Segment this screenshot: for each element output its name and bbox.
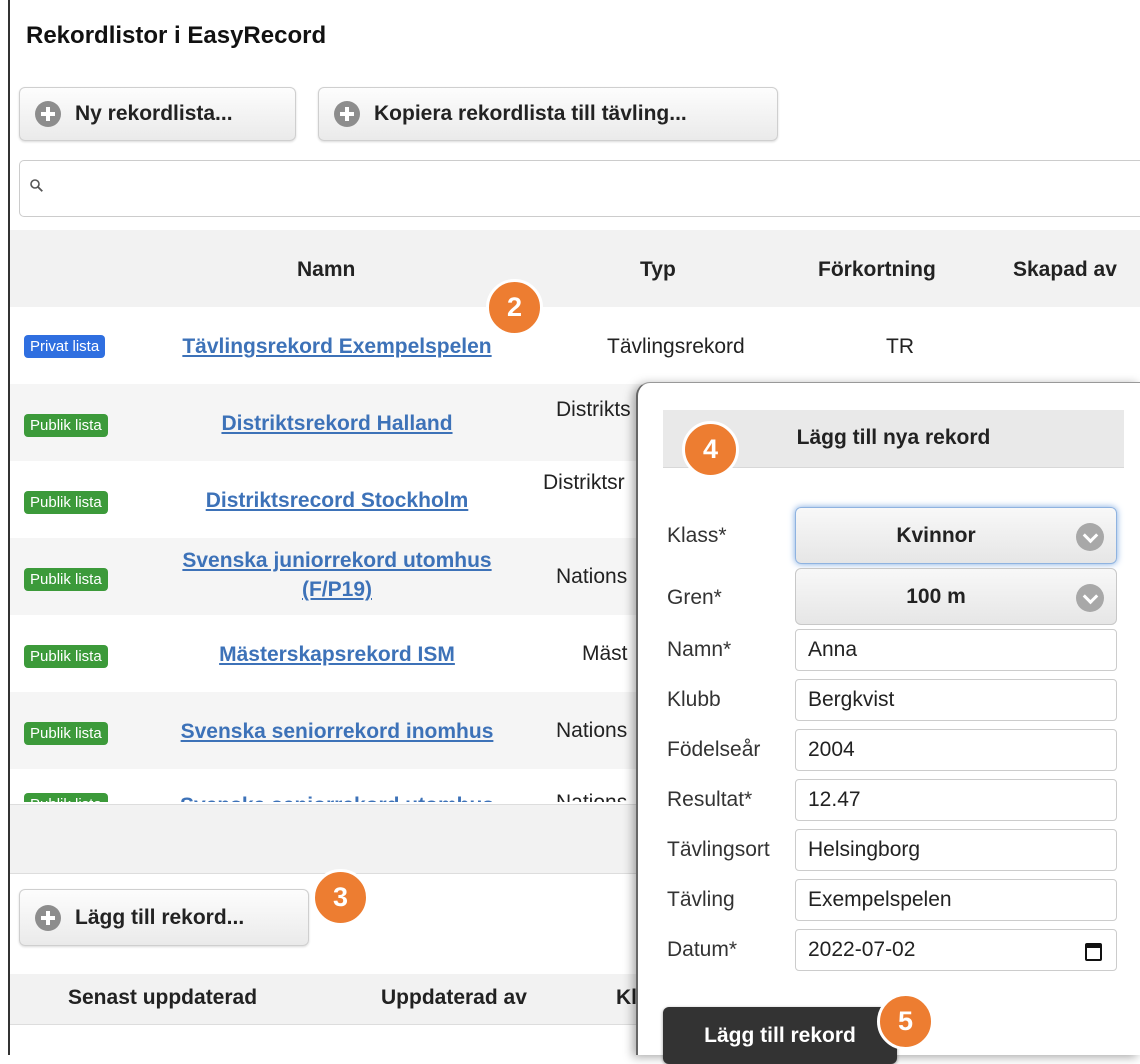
date-label: Datum* xyxy=(667,938,738,961)
new-record-list-label: Ny rekordlista... xyxy=(75,102,233,125)
column-header-abbreviation[interactable]: Förkortning xyxy=(818,258,936,282)
birth-year-input[interactable]: 2004 xyxy=(795,729,1117,771)
add-record-popup: Lägg till nya rekord Klass* Kvinnor Gren… xyxy=(636,382,1140,1064)
record-list-link-line1: Svenska juniorrekord utomhus xyxy=(182,549,492,572)
plus-circle-icon xyxy=(334,101,360,127)
class-select-value: Kvinnor xyxy=(896,524,976,547)
result-label: Resultat* xyxy=(667,788,753,811)
table-row: Privat lista Tävlingsrekord Exempelspele… xyxy=(10,307,1140,384)
add-record-button[interactable]: Lägg till rekord... xyxy=(19,889,309,946)
public-list-badge: Publik lista xyxy=(24,722,108,745)
class-label: Klass* xyxy=(667,524,727,547)
record-list-link-line2: (F/P19) xyxy=(301,578,372,601)
list-type: Nations xyxy=(556,791,627,802)
record-list-link[interactable]: Svenska seniorrekord inomhus xyxy=(140,717,534,746)
copy-record-list-button[interactable]: Kopiera rekordlista till tävling... xyxy=(318,87,778,141)
column-header-updated-by[interactable]: Uppdaterad av xyxy=(381,986,527,1010)
event-select[interactable]: 100 m xyxy=(795,568,1117,625)
column-header-name[interactable]: Namn xyxy=(297,258,355,282)
step-marker-2: 2 xyxy=(486,279,543,336)
record-list-link[interactable]: Svenska seniorrekord utomhus xyxy=(140,791,534,802)
club-input[interactable]: Bergkvist xyxy=(795,679,1117,721)
event-select-value: 100 m xyxy=(906,585,966,608)
event-label: Gren* xyxy=(667,586,722,609)
list-abbreviation: TR xyxy=(886,335,914,358)
public-list-badge: Publik lista xyxy=(24,491,108,514)
step-marker-4: 4 xyxy=(682,421,739,478)
search-icon xyxy=(30,179,43,192)
step-marker-3: 3 xyxy=(312,869,369,926)
column-header-type[interactable]: Typ xyxy=(640,258,676,282)
list-type: Tävlingsrekord xyxy=(607,335,745,358)
record-list-link[interactable]: Distriktsrecord Stockholm xyxy=(140,486,534,515)
table-header: Namn Typ Förkortning Skapad av xyxy=(10,230,1140,307)
plus-circle-icon xyxy=(35,101,61,127)
public-list-badge: Publik lista xyxy=(24,645,108,668)
page-title: Rekordlistor i EasyRecord xyxy=(26,22,327,49)
record-list-link[interactable]: Svenska juniorrekord utomhus (F/P19) xyxy=(140,546,534,604)
result-input[interactable]: 12.47 xyxy=(795,779,1117,821)
date-value: 2022-07-02 xyxy=(808,938,916,961)
public-list-badge: Publik lista xyxy=(24,414,108,437)
chevron-down-icon xyxy=(1076,523,1104,551)
athlete-name-label: Namn* xyxy=(667,638,732,661)
record-list-link[interactable]: Tävlingsrekord Exempelspelen xyxy=(140,332,534,361)
list-type: Distriktsr xyxy=(543,471,625,494)
private-list-badge: Privat lista xyxy=(24,335,106,358)
list-type: Nations xyxy=(556,565,628,588)
step-marker-5: 5 xyxy=(877,993,934,1050)
list-type: Mäst xyxy=(582,642,628,665)
birth-year-label: Födelseår xyxy=(667,738,761,761)
copy-record-list-label: Kopiera rekordlista till tävling... xyxy=(374,102,687,125)
competition-label: Tävling xyxy=(667,888,735,911)
plus-circle-icon xyxy=(35,904,61,931)
search-input[interactable] xyxy=(60,171,1140,209)
new-record-list-button[interactable]: Ny rekordlista... xyxy=(19,87,296,141)
venue-label: Tävlingsort xyxy=(667,838,770,861)
calendar-icon[interactable] xyxy=(1085,943,1102,961)
public-list-badge: Publik lista xyxy=(24,793,108,802)
column-header-last-updated[interactable]: Senast uppdaterad xyxy=(68,986,257,1010)
column-header-created-by[interactable]: Skapad av xyxy=(1013,258,1117,282)
competition-input[interactable]: Exempelspelen xyxy=(795,879,1117,921)
add-record-label: Lägg till rekord... xyxy=(75,905,245,929)
club-label: Klubb xyxy=(667,688,721,711)
venue-input[interactable]: Helsingborg xyxy=(795,829,1117,871)
class-select[interactable]: Kvinnor xyxy=(795,507,1117,564)
date-input[interactable]: 2022-07-02 xyxy=(795,929,1117,971)
search-box xyxy=(19,160,1140,217)
list-type: Distrikts xyxy=(556,398,631,421)
add-record-submit-button[interactable]: Lägg till rekord xyxy=(663,1007,897,1064)
record-list-link[interactable]: Distriktsrekord Halland xyxy=(140,409,534,438)
list-type: Nations xyxy=(556,719,628,742)
record-list-link[interactable]: Mästerskapsrekord ISM xyxy=(140,640,534,669)
column-header-class[interactable]: Kl xyxy=(616,986,637,1010)
athlete-name-input[interactable]: Anna xyxy=(795,629,1117,671)
public-list-badge: Publik lista xyxy=(24,568,108,591)
chevron-down-icon xyxy=(1076,584,1104,612)
